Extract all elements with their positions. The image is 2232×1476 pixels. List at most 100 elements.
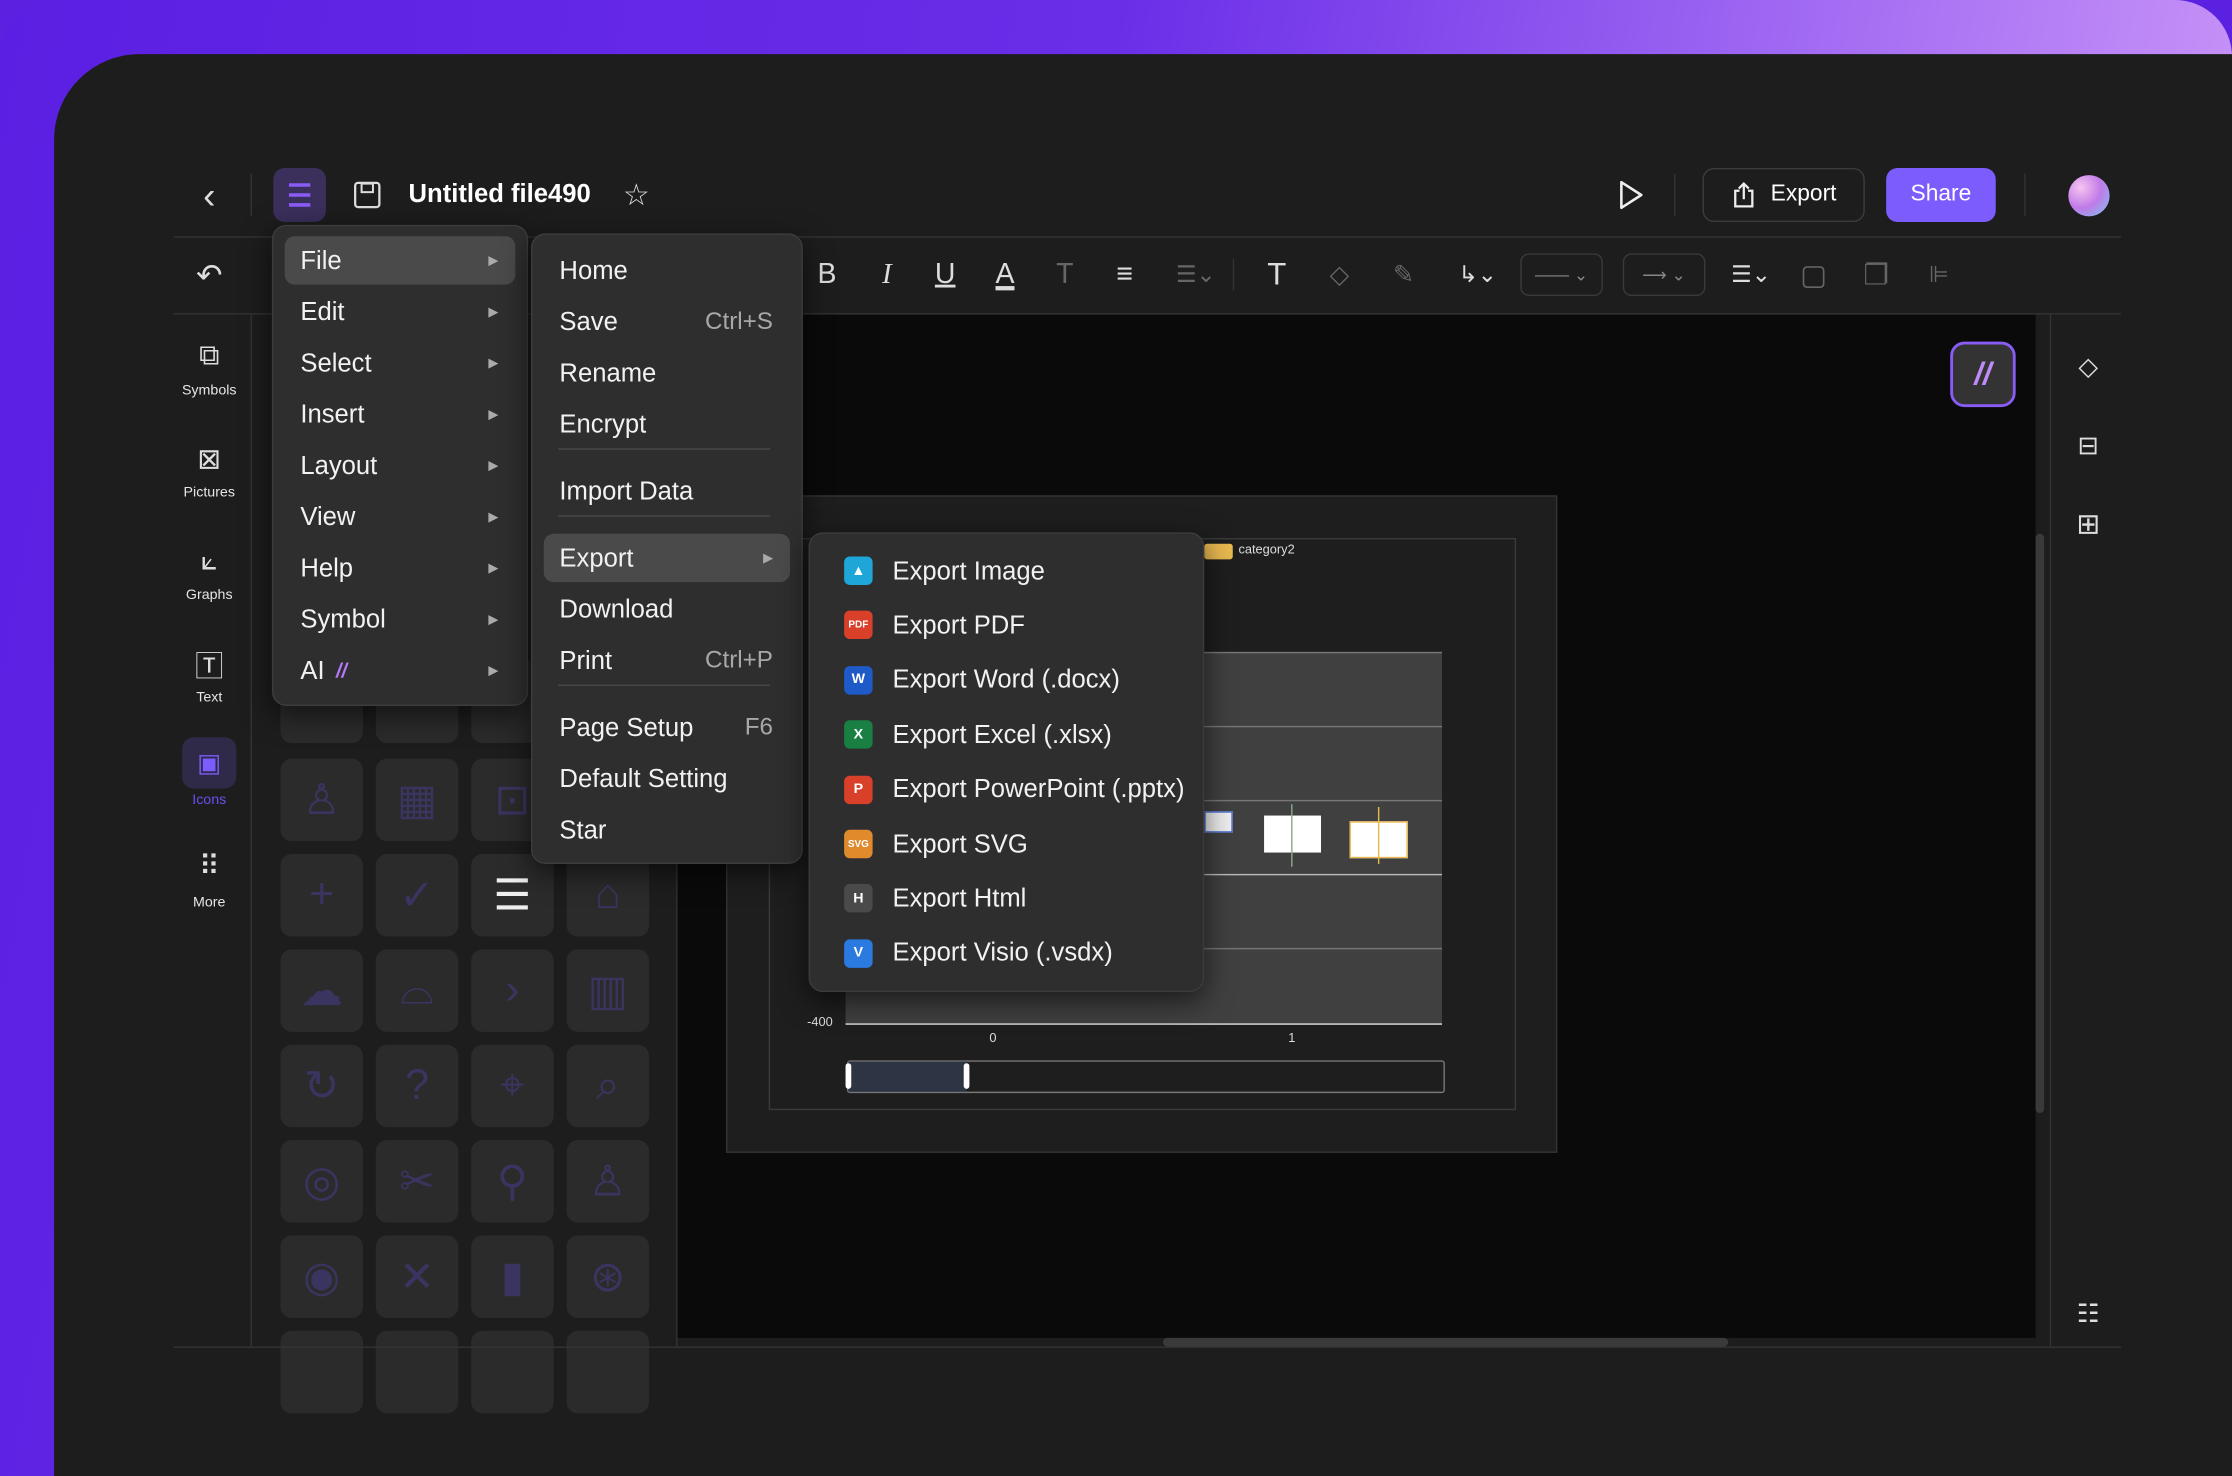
grid-layout-icon[interactable]: ⊞ — [2070, 505, 2107, 542]
icon-library-item[interactable]: ↻ — [280, 1044, 363, 1128]
pen-icon[interactable]: ✎ — [1388, 256, 1419, 293]
symbols-icon[interactable]: ⧉ — [191, 339, 228, 373]
send-back-icon[interactable]: ❐ — [1861, 256, 1892, 293]
menu-item-view[interactable]: View ▶ — [285, 492, 516, 540]
line-weight-icon[interactable]: ☰⌄ — [1725, 256, 1776, 293]
horizontal-scrollbar[interactable] — [1162, 1337, 1729, 1347]
icon-library-item[interactable]: ⌖ — [471, 1044, 554, 1128]
more-icon[interactable]: ⠿ — [191, 848, 228, 882]
menu-item-file[interactable]: File ▶ — [284, 236, 516, 285]
icon-library-item[interactable]: ? — [375, 1044, 459, 1128]
connector-icon[interactable]: ↳⌄ — [1452, 256, 1503, 293]
icon-library-item[interactable]: ▦ — [375, 758, 459, 842]
menu-item-select[interactable]: Select ▶ — [285, 339, 516, 387]
underline-icon[interactable]: U — [932, 256, 958, 293]
fill-bucket-icon[interactable]: ⬦ — [2070, 349, 2107, 386]
icon-library-item[interactable]: › — [471, 949, 554, 1032]
save-icon[interactable] — [353, 181, 381, 209]
export-item-export-excel-xlsx[interactable]: X Export Excel (.xlsx) — [821, 710, 1191, 758]
star-icon[interactable]: ☆ — [621, 178, 652, 212]
export-item-export-svg[interactable]: SVG Export SVG — [821, 820, 1191, 868]
icon-library-item[interactable]: ✂ — [375, 1140, 459, 1223]
range-handle-right[interactable] — [963, 1063, 970, 1089]
graphs-icon[interactable]: ⟀ — [191, 544, 228, 578]
icon-library-item[interactable]: ⌕ — [566, 1044, 650, 1128]
play-icon[interactable] — [1617, 179, 1645, 210]
export-item-export-visio-vsdx[interactable]: V Export Visio (.vsdx) — [821, 929, 1191, 977]
file-menu-item-rename[interactable]: Rename — [544, 349, 790, 397]
range-slider-selection[interactable] — [848, 1061, 967, 1092]
export-item-export-image[interactable]: ▲ Export Image — [821, 547, 1191, 595]
icon-library-item[interactable] — [566, 1330, 650, 1414]
menu-item-layout[interactable]: Layout ▶ — [285, 441, 516, 489]
sidebar-item-text[interactable]: Text — [171, 690, 248, 706]
file-menu-item-save[interactable]: Save Ctrl+S — [544, 297, 790, 345]
line-spacing-icon[interactable]: ☰⌄ — [1170, 256, 1221, 293]
text-style-icon[interactable]: T — [1052, 256, 1078, 293]
user-avatar[interactable] — [2068, 175, 2110, 217]
sidebar-item-symbols[interactable]: Symbols — [171, 383, 248, 399]
export-item-export-powerpoint-pptx[interactable]: P Export PowerPoint (.pptx) — [821, 765, 1191, 813]
icon-library-item[interactable]: ⊛ — [566, 1235, 650, 1318]
align-left-icon[interactable]: ⊫ — [1923, 256, 1954, 293]
document-title[interactable]: Untitled file490 — [409, 179, 591, 209]
file-menu-item-default-setting[interactable]: Default Setting — [544, 754, 790, 802]
icon-library-item[interactable] — [280, 1330, 363, 1414]
text-icon[interactable]: 🅃 — [191, 646, 228, 682]
text-tool-icon[interactable]: T — [1261, 256, 1292, 293]
icon-library-item[interactable]: ◉ — [280, 1235, 363, 1318]
sidebar-item-graphs[interactable]: Graphs — [171, 588, 248, 604]
page-settings-icon[interactable]: ⊟ — [2070, 427, 2107, 464]
sidebar-item-more[interactable]: More — [171, 895, 248, 911]
icon-library-item[interactable]: ▥ — [566, 949, 650, 1032]
icon-library-item[interactable] — [471, 1330, 554, 1414]
menu-item-symbol[interactable]: Symbol ▶ — [285, 595, 516, 643]
line-style-select[interactable]: —— ⌄ — [1520, 253, 1603, 297]
menu-item-insert[interactable]: Insert ▶ — [285, 390, 516, 438]
range-handle-left[interactable] — [845, 1063, 852, 1089]
icon-library-item[interactable]: ☁ — [280, 949, 363, 1032]
icon-library-item[interactable]: ♙ — [566, 1140, 650, 1223]
main-menu-button[interactable] — [273, 167, 326, 223]
file-menu-item-star[interactable]: Star — [544, 806, 790, 854]
back-chevron-icon[interactable]: ‹ — [194, 173, 225, 216]
vertical-scrollbar[interactable] — [2035, 533, 2045, 1114]
icon-library-item[interactable]: ☰ — [471, 853, 554, 937]
menu-item-edit[interactable]: Edit ▶ — [285, 288, 516, 336]
icon-library-item[interactable]: ▮ — [471, 1235, 554, 1318]
file-menu-item-encrypt[interactable]: Encrypt — [544, 400, 790, 448]
icon-library-item[interactable]: ⌂ — [566, 853, 650, 937]
list-settings-icon[interactable]: ☷ — [2070, 1295, 2107, 1332]
icon-library-item[interactable]: ⚲ — [471, 1140, 554, 1223]
icon-library-item[interactable]: ✓ — [375, 853, 459, 937]
sidebar-item-pictures[interactable]: Pictures — [171, 485, 248, 501]
file-menu-item-page-setup[interactable]: Page Setup F6 — [544, 703, 790, 751]
italic-icon[interactable]: I — [874, 256, 900, 293]
share-button[interactable]: Share — [1886, 167, 1996, 223]
file-menu-item-print[interactable]: Print Ctrl+P — [544, 636, 790, 684]
icon-library-item[interactable] — [375, 1330, 459, 1414]
fill-icon[interactable]: ◇ — [1324, 256, 1355, 293]
export-item-export-word-docx[interactable]: W Export Word (.docx) — [821, 656, 1191, 704]
font-color-icon[interactable]: A — [992, 256, 1018, 293]
export-item-export-html[interactable]: H Export Html — [821, 874, 1191, 922]
icon-library-item[interactable]: ♙ — [280, 758, 363, 842]
undo-icon[interactable]: ↶ — [191, 258, 228, 295]
file-menu-item-import-data[interactable]: Import Data — [544, 467, 790, 515]
icon-library-item[interactable]: ⌓ — [375, 949, 459, 1032]
icon-library-item[interactable]: ✕ — [375, 1235, 459, 1318]
bold-icon[interactable]: B — [814, 256, 840, 293]
icon-library-item[interactable]: ◎ — [280, 1140, 363, 1223]
menu-item-ai[interactable]: AI // ▶ — [285, 646, 516, 694]
export-item-export-pdf[interactable]: PDF Export PDF — [821, 601, 1191, 649]
menu-item-help[interactable]: Help ▶ — [285, 544, 516, 592]
file-menu-item-home[interactable]: Home — [544, 246, 790, 294]
icon-library-item[interactable]: + — [280, 853, 363, 937]
bring-front-icon[interactable]: ▢ — [1798, 256, 1829, 293]
align-icon[interactable]: ≡ — [1110, 256, 1138, 293]
ai-assistant-button[interactable]: // — [1950, 341, 2016, 408]
file-menu-item-export[interactable]: Export ▶ — [543, 533, 791, 583]
pictures-icon[interactable]: ⊠ — [191, 441, 228, 475]
file-menu-item-download[interactable]: Download — [544, 585, 790, 633]
export-button[interactable]: Export — [1702, 167, 1865, 223]
